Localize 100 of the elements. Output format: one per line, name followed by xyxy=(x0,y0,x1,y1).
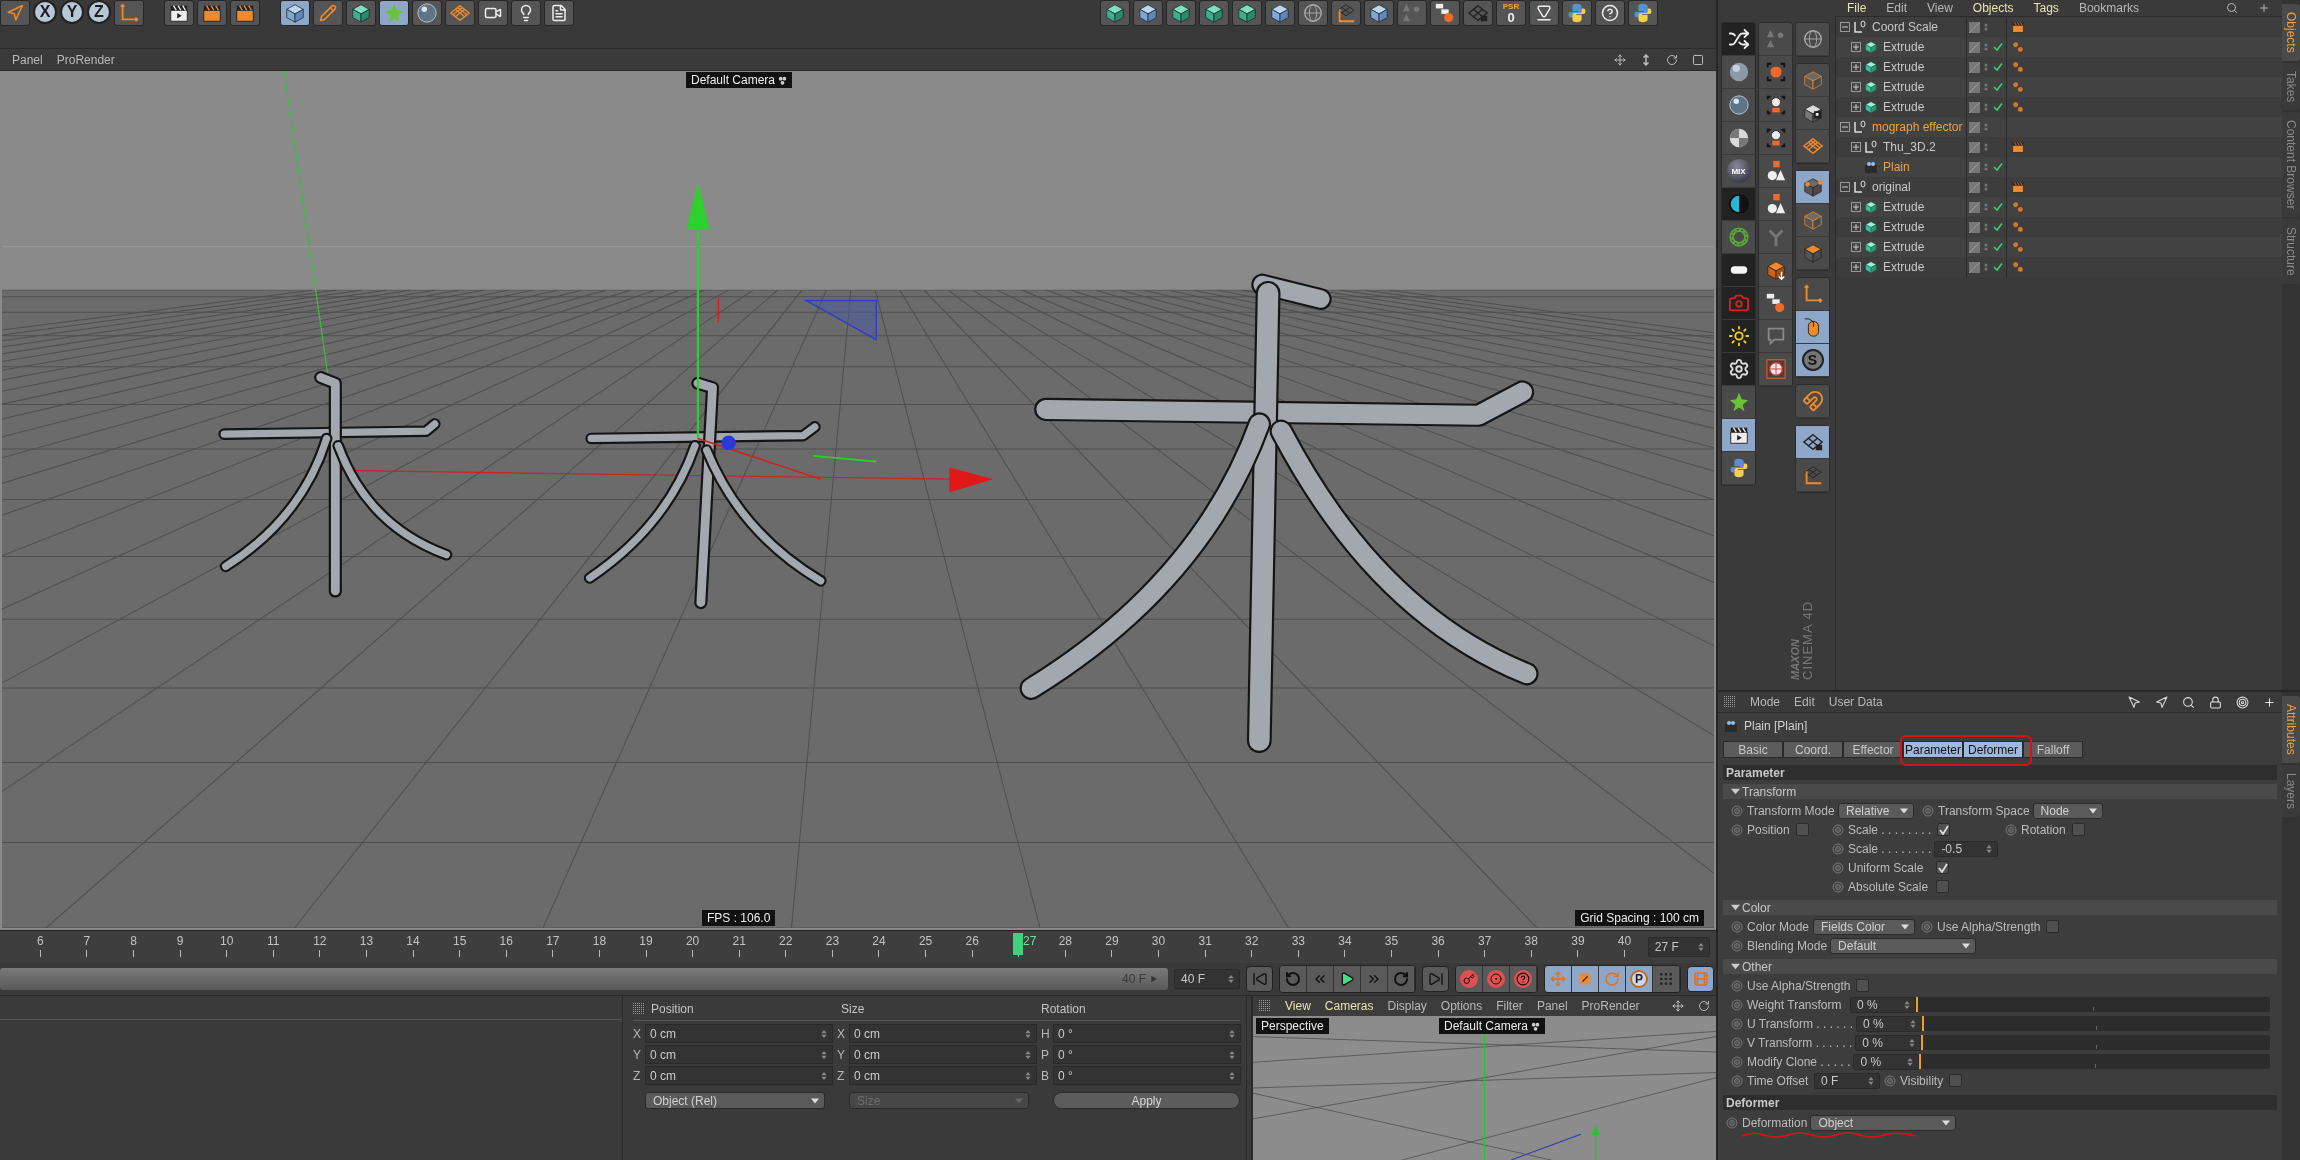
object-row[interactable]: Plain xyxy=(1836,157,2282,177)
viewport-menu-item[interactable]: Panel xyxy=(12,52,43,67)
side-tab[interactable]: Takes xyxy=(2282,62,2300,111)
frame-number: 28 xyxy=(1058,934,1073,948)
rotation-field[interactable]: 0 ° xyxy=(1053,1066,1241,1085)
tab[interactable]: Deformer xyxy=(1963,741,2023,758)
frame-number: 9 xyxy=(176,934,184,948)
frame-number: 38 xyxy=(1524,934,1538,948)
menu-item[interactable]: Objects xyxy=(1972,1,2014,15)
psr-button[interactable]: PSR 0 xyxy=(1496,0,1526,26)
position-field[interactable]: 0 cm xyxy=(645,1066,833,1085)
object-row[interactable]: Extrude xyxy=(1836,77,2282,97)
field-label: Position xyxy=(1747,822,1790,837)
frame-number: 22 xyxy=(779,934,793,948)
frame-number: 13 xyxy=(359,934,374,948)
object-row[interactable]: Extrude xyxy=(1836,237,2282,257)
size-field[interactable]: 0 cm xyxy=(849,1024,1037,1043)
tab[interactable]: Effector xyxy=(1843,741,1903,758)
menu-item[interactable]: User Data xyxy=(1828,695,1883,709)
menu-item[interactable]: File xyxy=(1847,1,1867,15)
viewport-menu-item[interactable]: Panel xyxy=(1536,999,1568,1013)
group-title: Other xyxy=(1742,959,1772,974)
deformation-dropdown[interactable]: Object xyxy=(1810,1114,1957,1131)
dropdown[interactable]: Relative xyxy=(1838,802,1914,819)
object-row[interactable]: Extrude xyxy=(1836,197,2282,217)
percent-field[interactable]: 0 % xyxy=(1855,1034,1922,1051)
viewport-menu-item[interactable]: ProRender xyxy=(56,52,115,67)
rotation-field[interactable]: 0 ° xyxy=(1053,1045,1241,1064)
dropdown[interactable]: Fields Color xyxy=(1813,918,1915,935)
menu-item[interactable]: Bookmarks xyxy=(2078,1,2139,15)
object-row[interactable]: Extrude xyxy=(1836,37,2282,57)
dropdown[interactable]: Default xyxy=(1830,937,1977,954)
viewport-menu-item[interactable]: ProRender xyxy=(1581,999,1640,1013)
viewport-menu-item[interactable]: Filter xyxy=(1496,999,1523,1013)
apply-button[interactable]: Apply xyxy=(1053,1092,1240,1109)
frame-number: 27 xyxy=(1023,934,1037,948)
side-tab[interactable]: Structure xyxy=(2282,219,2300,285)
frame-number: 23 xyxy=(825,934,840,948)
side-tab[interactable]: Attributes xyxy=(2282,696,2300,763)
viewport-menu-item[interactable]: Cameras xyxy=(1324,999,1374,1013)
object-row[interactable]: mograph effector xyxy=(1836,117,2282,137)
size-field[interactable]: 0 cm xyxy=(849,1045,1037,1064)
frame-number: 39 xyxy=(1571,934,1585,948)
size-field[interactable]: 0 cm xyxy=(849,1066,1037,1085)
axis-lock-button[interactable]: Y xyxy=(60,0,84,24)
object-name: Extrude xyxy=(1883,240,1925,254)
fps-readout: FPS : 106.0 xyxy=(702,910,776,926)
column-header: Rotation xyxy=(1041,1002,1087,1016)
viewport-menu-item[interactable]: View xyxy=(1285,999,1311,1013)
percent-field[interactable]: 0 % xyxy=(1856,1015,1923,1032)
axis-lock-button[interactable]: Z xyxy=(87,0,111,24)
side-tab[interactable]: Layers xyxy=(2282,764,2300,817)
frame-number: 40 xyxy=(1617,934,1632,948)
axis-label: B xyxy=(1041,1068,1050,1083)
menu-item[interactable]: View xyxy=(1927,1,1953,15)
menu-item[interactable]: Edit xyxy=(1886,1,1908,15)
parameter-key-button[interactable]: P xyxy=(1626,966,1653,992)
frame-number: 17 xyxy=(546,934,560,948)
tab[interactable]: Basic xyxy=(1723,741,1783,758)
frame-number: 6 xyxy=(36,934,44,948)
tab[interactable]: Falloff xyxy=(2023,741,2083,758)
time-offset-field[interactable]: 0 F xyxy=(1814,1072,1880,1089)
camera-label: Default Camera xyxy=(1439,1018,1546,1034)
tab[interactable]: Parameter xyxy=(1903,741,1963,758)
end-frame-field[interactable]: 40 F xyxy=(1174,969,1240,989)
current-frame-field[interactable]: 27 F xyxy=(1647,937,1710,957)
viewport-menu-item[interactable]: Display xyxy=(1387,999,1427,1013)
position-field[interactable]: 0 cm xyxy=(645,1045,833,1064)
side-tab[interactable]: Content Browser xyxy=(2282,112,2300,218)
axis-label: X xyxy=(633,1026,642,1041)
menu-item[interactable]: Tags xyxy=(2033,1,2059,15)
object-name: Thu_3D.2 xyxy=(1883,140,1936,154)
field-label: Transform Space xyxy=(1938,803,2030,818)
dropdown[interactable]: Node xyxy=(2032,802,2103,819)
viewport-menu-item[interactable]: Options xyxy=(1440,999,1483,1013)
rotation-field[interactable]: 0 ° xyxy=(1053,1024,1241,1043)
perspective-viewport[interactable]: Perspective Default Camera xyxy=(1253,1016,1716,1160)
group-header[interactable]: Other xyxy=(1723,959,2277,974)
field-label: Scale . . . . . . . . xyxy=(1848,822,1932,837)
field-label: Visibility xyxy=(1900,1073,1944,1088)
viewport-canvas[interactable]: Default Camera FPS : 106.0 Grid Spacing : 100 cm xyxy=(0,71,1716,930)
group-header[interactable]: Color xyxy=(1723,900,2277,915)
axis-lock-button[interactable]: X xyxy=(33,0,57,24)
snap-button[interactable]: S xyxy=(1796,344,1829,377)
menu-item[interactable]: Mode xyxy=(1750,695,1781,709)
menu-item[interactable]: Edit xyxy=(1794,695,1815,709)
position-field[interactable]: 0 cm xyxy=(645,1024,833,1043)
percent-field[interactable]: 0 % xyxy=(1853,1053,1920,1070)
frame-number: 12 xyxy=(313,934,327,948)
axis-label: P xyxy=(1041,1047,1050,1062)
group-header[interactable]: Transform xyxy=(1723,784,2277,799)
frame-number: 36 xyxy=(1431,934,1445,948)
percent-field[interactable]: 0 % xyxy=(1850,996,1916,1013)
coordinate-mode-dropdown[interactable]: Object (Rel) xyxy=(645,1092,825,1109)
frame-number: 34 xyxy=(1338,934,1352,948)
field-label: Blending Mode xyxy=(1747,938,1828,953)
field-label: Absolute Scale xyxy=(1848,879,1930,894)
side-tab[interactable]: Objects xyxy=(2282,4,2300,61)
tab[interactable]: Coord. xyxy=(1783,741,1843,758)
scale-field[interactable]: -0.5 xyxy=(1934,840,1999,857)
